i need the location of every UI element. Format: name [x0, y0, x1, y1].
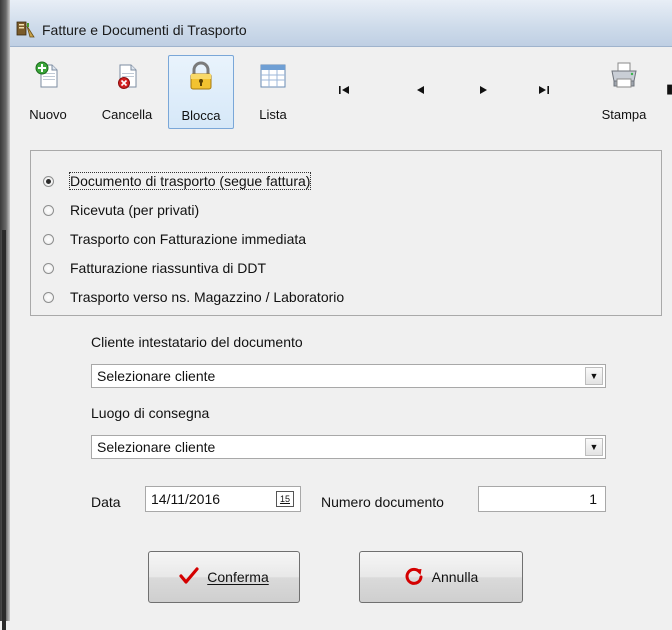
list-button-label: Lista [259, 107, 287, 122]
cliente-combobox[interactable]: Selezionare cliente ▼ [91, 364, 606, 388]
print-button[interactable]: Stampa [592, 55, 656, 129]
last-record-icon [539, 86, 549, 94]
next-record-icon [480, 86, 487, 94]
date-value: 14/11/2016 [151, 491, 221, 507]
delete-button-label: Cancella [101, 107, 153, 122]
checkmark-icon [179, 566, 199, 588]
first-record-icon [339, 86, 349, 94]
window-titlebar[interactable]: Fatture e Documenti di Trasporto [10, 0, 672, 47]
confirm-button-label: Conferma [207, 569, 269, 585]
consegna-combobox-value: Selezionare cliente [97, 439, 216, 455]
data-label: Data [91, 494, 121, 510]
new-button-label: Nuovo [29, 107, 67, 122]
prev-record-button[interactable] [410, 84, 430, 98]
radio-ricevuta[interactable] [43, 205, 54, 216]
lock-button[interactable]: Blocca [168, 55, 234, 129]
date-picker[interactable]: 14/11/2016 15 [145, 486, 301, 512]
delete-button[interactable]: Cancella [94, 55, 160, 129]
list-button[interactable]: Lista [246, 55, 300, 129]
option-fatt-immediata-label: Trasporto con Fatturazione immediata [70, 231, 307, 247]
lock-button-label: Blocca [181, 108, 221, 123]
refresh-icon [404, 566, 424, 589]
consegna-combobox[interactable]: Selezionare cliente ▼ [91, 435, 606, 459]
window-left-shadow [2, 230, 6, 630]
calendar-icon[interactable]: 15 [276, 491, 294, 507]
chevron-down-icon[interactable]: ▼ [585, 367, 603, 385]
lock-icon [185, 60, 217, 92]
radio-fatt-immediata[interactable] [43, 234, 54, 245]
radio-fatt-riassuntiva[interactable] [43, 263, 54, 274]
option-magazzino-label: Trasporto verso ns. Magazzino / Laborato… [70, 289, 345, 305]
documents-icon [16, 20, 35, 38]
first-record-button[interactable] [334, 84, 354, 98]
confirm-button[interactable]: Conferma [148, 551, 300, 603]
new-button[interactable]: Nuovo [24, 55, 72, 129]
list-grid-icon [257, 59, 289, 91]
radio-ddt[interactable] [43, 176, 54, 187]
document-type-group: Documento di trasporto (segue fattura) R… [30, 150, 662, 316]
option-ddt-label: Documento di trasporto (segue fattura) [68, 172, 312, 190]
toolbar: Nuovo Cancella Blocca Lista Stampa ▮ [10, 47, 672, 132]
next-record-button[interactable] [474, 84, 494, 98]
prev-record-icon [417, 86, 424, 94]
document-number-input[interactable]: 1 [478, 486, 606, 512]
cancel-button[interactable]: Annulla [359, 551, 523, 603]
option-ricevuta-label: Ricevuta (per privati) [70, 202, 200, 218]
calendar-icon-day: 15 [279, 494, 290, 504]
new-document-icon [32, 59, 64, 91]
consegna-label: Luogo di consegna [91, 405, 210, 421]
option-fatt-riassuntiva-label: Fatturazione riassuntiva di DDT [70, 260, 267, 276]
numero-label: Numero documento [321, 494, 444, 510]
document-number-value: 1 [589, 491, 597, 507]
cliente-label: Cliente intestatario del documento [91, 334, 303, 350]
toolbar-overflow-glyph: ▮ [666, 81, 672, 96]
radio-magazzino[interactable] [43, 292, 54, 303]
printer-icon [608, 59, 640, 91]
chevron-down-icon[interactable]: ▼ [585, 438, 603, 456]
cliente-combobox-value: Selezionare cliente [97, 368, 216, 384]
print-button-label: Stampa [601, 107, 647, 122]
window-title: Fatture e Documenti di Trasporto [42, 22, 247, 38]
last-record-button[interactable] [534, 84, 554, 98]
delete-document-icon [111, 59, 143, 91]
cancel-button-label: Annulla [431, 569, 479, 585]
